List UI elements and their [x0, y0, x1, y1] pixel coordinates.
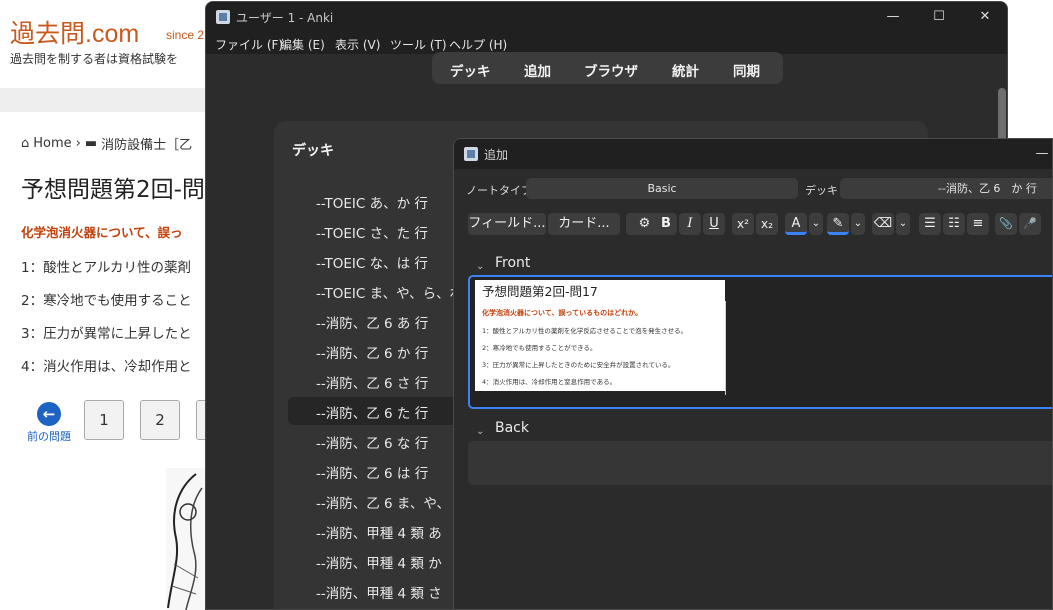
add-note-dialog: 追加 — ノートタイプ Basic デッキ --消防、乙 6 か 行 フィールド…	[453, 138, 1053, 610]
italic-button[interactable]: I	[679, 213, 701, 235]
title-bar[interactable]: ユーザー 1 - Anki — ☐ ✕	[206, 2, 1007, 32]
home-icon: ⌂	[21, 136, 30, 151]
subscript-button[interactable]: x₂	[756, 213, 778, 235]
breadcrumb-category-link[interactable]: 消防設備士［乙	[101, 134, 192, 153]
menu-file[interactable]: ファイル (F)	[215, 36, 283, 53]
superscript-button[interactable]: x²	[732, 213, 754, 235]
add-dialog-body: ノートタイプ Basic デッキ --消防、乙 6 か 行 フィールド... カ…	[454, 169, 1052, 609]
site-since: since 2	[166, 28, 205, 42]
deck-name: --消防、乙 6 あ 行	[316, 316, 429, 332]
image-title: 予想問題第2回-問17	[482, 284, 598, 299]
deck-name: --TOEIC な、は 行	[316, 256, 428, 272]
image-option-3: 3：圧力が異常に上昇したときのために安全弁が設置されている。	[482, 361, 675, 369]
back-field-label: Back	[495, 420, 529, 436]
menu-edit[interactable]: 編集 (E)	[280, 36, 325, 53]
image-option-2: 2：寒冷地でも使用することができる。	[482, 344, 597, 352]
highlight-pen-icon[interactable]: ✎	[827, 213, 849, 235]
site-logo[interactable]: 過去問.com	[10, 14, 139, 50]
answer-option-4[interactable]: 4：消火作用は、冷却作用と	[21, 355, 192, 375]
answer-option-2[interactable]: 2：寒冷地でも使用すること	[21, 289, 192, 309]
page-title: 予想問題第2回-問	[21, 177, 205, 203]
highlight-dropdown-icon[interactable]: ⌄	[851, 213, 865, 235]
text-color-dropdown-icon[interactable]: ⌄	[809, 213, 823, 235]
site-tagline: 過去問を制する者は資格試験を	[10, 52, 179, 66]
deck-name: --TOEIC さ、た 行	[316, 226, 428, 242]
answer-option-1[interactable]: 1：酸性とアルカリ性の薬剤	[21, 256, 191, 276]
numbered-list-icon[interactable]: ☷	[943, 213, 965, 235]
breadcrumb: ⌂ Home › ▬ 消防設備士［乙	[21, 134, 192, 153]
deck-name: --TOEIC ま、や、ら、わ	[316, 286, 464, 302]
menu-help[interactable]: ヘルプ (H)	[449, 36, 507, 53]
back-collapse-chevron-icon[interactable]: ⌄	[476, 426, 484, 437]
image-question: 化学泡消火器について、誤っているものはどれか。	[482, 309, 642, 317]
minimize-button[interactable]: —	[870, 2, 916, 32]
deck-name: --消防、甲種 4 類 あ	[316, 526, 442, 542]
arrow-left-icon: ←	[37, 402, 61, 426]
anki-app-icon	[464, 147, 478, 161]
question-text: 化学泡消火器について、誤っ	[21, 225, 183, 240]
tab-add[interactable]: 追加	[524, 60, 551, 80]
tab-stats[interactable]: 統計	[672, 60, 699, 80]
text-color-button[interactable]: A	[785, 213, 807, 235]
breadcrumb-home-link[interactable]: Home	[33, 136, 71, 151]
tab-decks[interactable]: デッキ	[450, 60, 491, 80]
bullet-list-icon[interactable]: ☰	[919, 213, 941, 235]
prev-question-link[interactable]: ← 前の問題	[22, 402, 76, 444]
add-dialog-title-bar[interactable]: 追加 —	[454, 139, 1052, 169]
window-title: ユーザー 1 - Anki	[236, 11, 334, 25]
bold-button[interactable]: B	[655, 213, 677, 235]
add-minimize-button[interactable]: —	[1027, 139, 1052, 169]
menu-tools[interactable]: ツール (T)	[390, 36, 447, 53]
maximize-button[interactable]: ☐	[916, 2, 962, 32]
deck-label: デッキ	[805, 184, 838, 197]
scrollbar-thumb[interactable]	[998, 88, 1006, 142]
image-option-1: 1：酸性とアルカリ性の薬剤を化学反応させることで泡を発生させる。	[482, 327, 688, 335]
pasted-question-image: 予想問題第2回-問17 化学泡消火器について、誤っているものはどれか。 1：酸性…	[475, 280, 725, 391]
breadcrumb-separator: ›	[75, 136, 81, 151]
deck-list-header: デッキ	[292, 143, 334, 159]
menu-view[interactable]: 表示 (V)	[335, 36, 380, 53]
back-field-editor[interactable]	[468, 441, 1052, 485]
deck-selector[interactable]: --消防、乙 6 か 行	[840, 178, 1052, 199]
eraser-dropdown-icon[interactable]: ⌄	[896, 213, 910, 235]
folder-icon: ▬	[84, 136, 98, 151]
top-toolbar: デッキ 追加 ブラウザ 統計 同期	[432, 52, 783, 84]
add-dialog-title: 追加	[484, 148, 509, 162]
page-button-2[interactable]: 2	[140, 400, 180, 440]
answer-option-3[interactable]: 3：圧力が異常に上昇したと	[21, 322, 192, 342]
underline-button[interactable]: U	[703, 213, 725, 235]
deck-name: --消防、甲種 4 類 か	[316, 556, 442, 572]
front-field-label: Front	[495, 255, 531, 271]
tab-sync[interactable]: 同期	[733, 60, 760, 80]
prev-question-label: 前の問題	[27, 430, 71, 443]
cards-button[interactable]: カード...	[548, 213, 620, 235]
menu-bar: ファイル (F) 編集 (E) 表示 (V) ツール (T) ヘルプ (H)	[206, 32, 1007, 54]
front-field-editor[interactable]: 予想問題第2回-問17 化学泡消火器について、誤っているものはどれか。 1：酸性…	[468, 275, 1052, 409]
nav-band	[0, 88, 210, 112]
deck-name: --消防、乙 6 た 行	[316, 406, 429, 422]
page-button-1[interactable]: 1	[84, 400, 124, 440]
eraser-icon[interactable]: ⌫	[872, 213, 894, 235]
image-option-4: 4：消火作用は、冷却作用と窒息作用である。	[482, 378, 617, 386]
notetype-label: ノートタイプ	[466, 184, 532, 197]
tab-browse[interactable]: ブラウザ	[584, 60, 638, 80]
deck-name: --TOEIC あ、か 行	[316, 196, 428, 212]
align-icon[interactable]: ≡	[967, 213, 989, 235]
text-cursor	[725, 301, 726, 395]
fields-button[interactable]: フィールド...	[468, 213, 546, 235]
deck-name: --消防、乙 6 か 行	[316, 346, 429, 362]
attachment-paperclip-icon[interactable]: 📎	[995, 213, 1017, 235]
manga-illustration	[166, 468, 206, 610]
deck-name: --消防、甲種 4 類 さ	[316, 586, 442, 602]
deck-name: --消防、乙 6 は 行	[316, 466, 429, 482]
deck-name: --消防、乙 6 ま、や、	[316, 496, 450, 512]
close-button[interactable]: ✕	[962, 2, 1007, 32]
notetype-selector[interactable]: Basic	[526, 178, 798, 199]
deck-name: --消防、乙 6 な 行	[316, 436, 429, 452]
microphone-icon[interactable]: 🎤	[1019, 213, 1041, 235]
anki-app-icon	[216, 10, 230, 24]
deck-name: --消防、乙 6 さ 行	[316, 376, 429, 392]
front-collapse-chevron-icon[interactable]: ⌄	[476, 261, 484, 272]
